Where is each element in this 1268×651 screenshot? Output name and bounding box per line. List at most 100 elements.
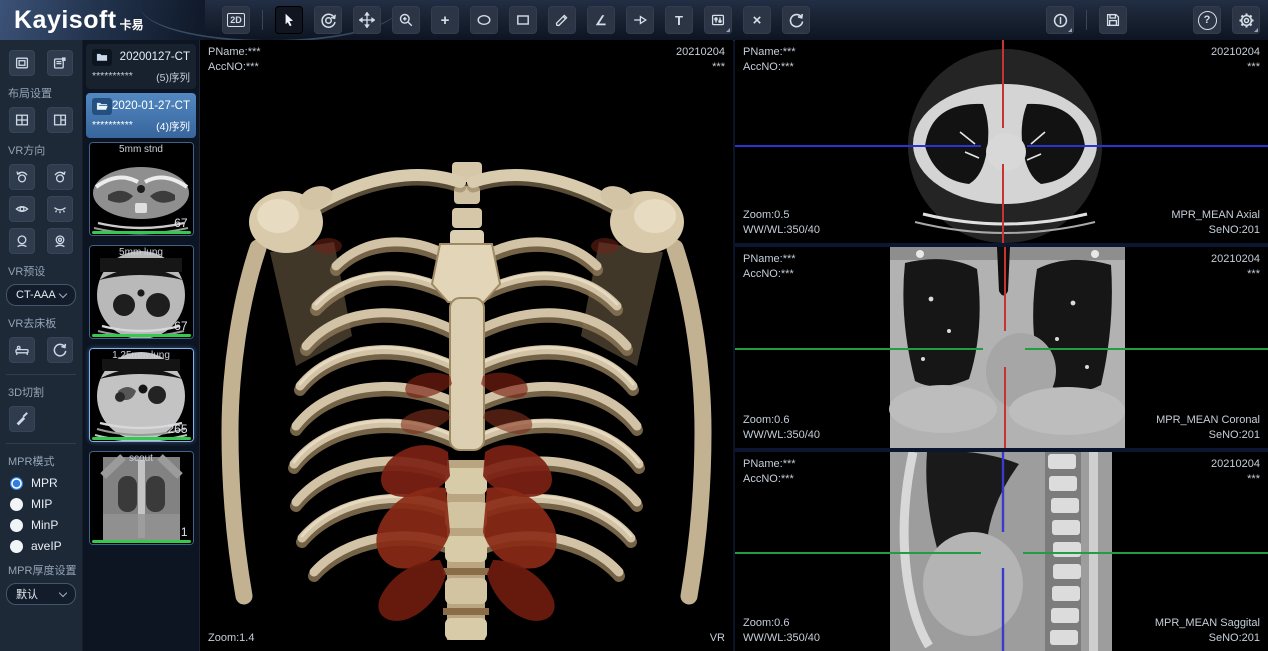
delete-annotation-button[interactable]: × (743, 6, 771, 34)
cursor-icon (281, 12, 297, 28)
text-annotation-button[interactable]: T (665, 6, 693, 34)
rotate-3d-icon (320, 12, 337, 29)
thumbnail-progress-bar (92, 334, 191, 337)
report-icon (1052, 12, 1069, 29)
reset-icon (52, 342, 68, 358)
scalpel-icon (14, 411, 30, 427)
2d-layout-button[interactable]: 2D (222, 6, 250, 34)
delete-icon: × (753, 13, 762, 28)
study-patient-masked: ********** (92, 119, 133, 134)
vr-preset-value: CT-AAA (16, 289, 56, 301)
reset-view-button[interactable] (782, 6, 810, 34)
vr-mode-label: VR (710, 631, 725, 646)
report-button[interactable] (1046, 6, 1074, 34)
mpr-axial-viewport[interactable]: PName:***AccNO:*** 20210204*** Zoom:0.5W… (735, 40, 1268, 243)
mpr-study-date: 20210204*** (1211, 457, 1260, 487)
radio-label: MinP (31, 518, 58, 532)
toolbar-main-tools: 2D (222, 6, 810, 34)
vr-view-anterior-button[interactable] (9, 196, 35, 222)
mpr-patient-info: PName:***AccNO:*** (743, 45, 796, 75)
thumbnail-frame-count: 67 (174, 319, 187, 333)
chevron-down-icon (59, 588, 67, 596)
angle-icon: ∠ (595, 13, 607, 28)
study-item-2-selected[interactable]: 2020-01-27-CT ********** (4)序列 (86, 93, 196, 138)
angle-button[interactable]: ∠ (587, 6, 615, 34)
window-level-button[interactable] (704, 6, 732, 34)
mpr-zoom-text: Zoom:0.6WW/WL:350/40 (743, 413, 820, 443)
vr-view-posterior-button[interactable] (47, 196, 73, 222)
series-thumbnail-125mm-lung[interactable]: 1.25mm lung 265 (89, 348, 194, 442)
pencil-icon (554, 12, 570, 28)
crosshair-button[interactable]: + (431, 6, 459, 34)
rotate-3d-button[interactable] (314, 6, 342, 34)
mpr-thickness-label: MPR厚度设置 (8, 562, 82, 578)
ellipse-roi-button[interactable] (470, 6, 498, 34)
layout-single-button[interactable] (9, 50, 35, 76)
measure-line-button[interactable] (548, 6, 576, 34)
mpr-column: PName:***AccNO:*** 20210204*** Zoom:0.5W… (735, 40, 1268, 651)
vr-eye-closed-icon (52, 201, 68, 217)
mpr-study-date: 20210204*** (1211, 252, 1260, 282)
top-toolbar: Kayisoft 卡易 2D (0, 0, 1268, 41)
bed-reset-button[interactable] (47, 337, 73, 363)
thumbnail-progress-bar (92, 437, 191, 440)
folder-open-icon (92, 98, 112, 115)
vr-rotate-right-button[interactable] (47, 164, 73, 190)
rectangle-roi-button[interactable] (509, 6, 537, 34)
vr-head-back-button[interactable] (47, 228, 73, 254)
app-window: Kayisoft 卡易 2D (0, 0, 1268, 651)
study-series-count: (5)序列 (156, 70, 190, 85)
radio-label: MPR (31, 476, 58, 490)
layout-section-label: 布局设置 (8, 85, 82, 101)
pan-button[interactable] (353, 6, 381, 34)
series-panel: 20200127-CT ********** (5)序列 2020-01-27-… (83, 40, 200, 651)
radio-icon (10, 519, 23, 532)
radio-selected-icon (10, 477, 23, 490)
vr-rotate-left-button[interactable] (9, 164, 35, 190)
remove-bed-button[interactable] (9, 337, 35, 363)
bed-icon (14, 342, 30, 358)
layout-split-button[interactable] (47, 107, 73, 133)
vr-preset-select[interactable]: CT-AAA (6, 284, 76, 306)
series-thumbnail-5mm-lung[interactable]: 5mm lung 67 (89, 245, 194, 339)
thumbnail-progress-bar (92, 231, 191, 234)
mpr-thickness-select[interactable]: 默认 (6, 583, 76, 605)
save-button[interactable] (1099, 6, 1127, 34)
thumbnail-frame-count: 1 (181, 525, 188, 539)
layout-report-button[interactable] (47, 50, 73, 76)
vr-head-front-button[interactable] (9, 228, 35, 254)
study-item-1[interactable]: 20200127-CT ********** (5)序列 (86, 44, 196, 89)
study-title: 20200127-CT (120, 51, 190, 63)
settings-button[interactable] (1232, 6, 1260, 34)
help-icon: ? (1198, 11, 1217, 30)
window-level-icon (710, 12, 726, 28)
cobb-arrow-button[interactable] (626, 6, 654, 34)
mpr-mode-radio-mpr[interactable]: MPR (10, 476, 82, 490)
layout-grid-button[interactable] (9, 107, 35, 133)
vr-viewport[interactable]: PName:***AccNO:*** 20210204*** Zoom:1.4 … (200, 40, 733, 651)
mpr-mode-radio-mip[interactable]: MIP (10, 497, 82, 511)
cursor-button[interactable] (275, 6, 303, 34)
series-thumbnail-5mm-stnd[interactable]: 5mm stnd 67 (89, 142, 194, 236)
zoom-in-button[interactable] (392, 6, 420, 34)
text-icon: T (675, 13, 683, 28)
mpr-thickness-value: 默认 (16, 586, 38, 602)
radio-icon (10, 498, 23, 511)
vr-eye-open-icon (14, 201, 30, 217)
mpr-mode-label: MPR模式 (8, 453, 82, 469)
vr-direction-label: VR方向 (8, 142, 82, 158)
mpr-mode-radio-minp[interactable]: MinP (10, 518, 82, 532)
layout-report-icon (52, 55, 68, 71)
series-thumbnail-scout[interactable]: scout 1 (89, 451, 194, 545)
mpr-mode-radio-aveip[interactable]: aveIP (10, 539, 82, 553)
study-title: 2020-01-27-CT (112, 100, 190, 112)
reset-icon (788, 12, 805, 29)
mpr-mode-label: MPR_MEAN CoronalSeNO:201 (1156, 413, 1260, 443)
help-button[interactable]: ? (1193, 6, 1221, 34)
toolbar-divider (262, 10, 263, 30)
mpr-sagittal-viewport[interactable]: PName:***AccNO:*** 20210204*** Zoom:0.6W… (735, 452, 1268, 651)
scalpel-button[interactable] (9, 406, 35, 432)
mpr-coronal-viewport[interactable]: PName:***AccNO:*** 20210204*** Zoom:0.6W… (735, 247, 1268, 448)
thumbnail-label: scout (90, 453, 193, 464)
cut-3d-label: 3D切割 (8, 384, 82, 400)
